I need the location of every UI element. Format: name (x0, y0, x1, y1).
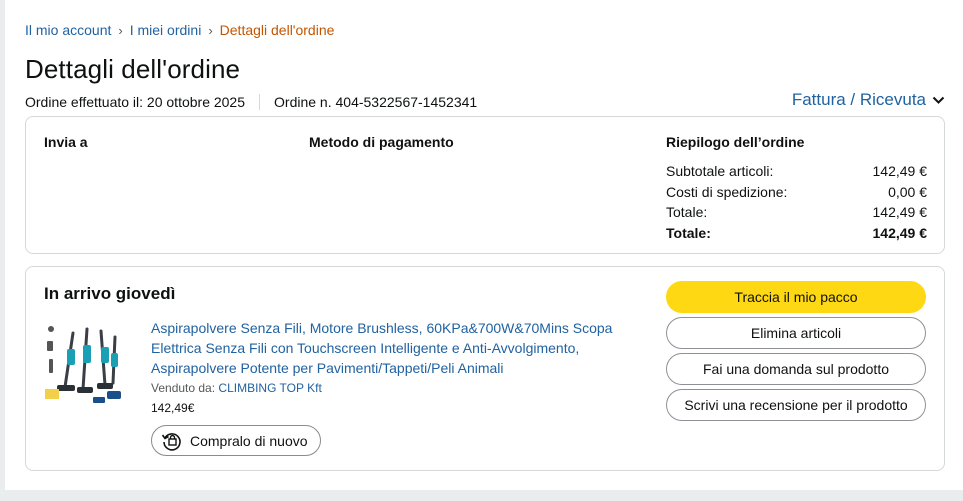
product-image[interactable] (43, 319, 131, 407)
summary-value: 142,49 € (872, 224, 928, 241)
summary-value: 142,49 € (872, 204, 928, 220)
buy-again-label: Compralo di nuovo (190, 432, 308, 449)
order-meta: Ordine effettuato il: 20 ottobre 2025 Or… (25, 94, 477, 110)
buy-again-button[interactable]: Compralo di nuovo (151, 425, 321, 456)
product-info: Aspirapolvere Senza Fili, Motore Brushle… (151, 318, 621, 457)
breadcrumb-my-orders[interactable]: I miei ordini (130, 22, 202, 38)
sold-by-label: Venduto da: (151, 381, 216, 395)
order-number: Ordine n. 404-5322567-1452341 (274, 94, 478, 110)
summary-row-shipping: Costi di spedizione: 0,00 € (666, 182, 927, 203)
ship-to-heading: Invia a (44, 134, 88, 150)
remove-items-button[interactable]: Elimina articoli (666, 317, 926, 349)
summary-label: Costi di spedizione: (666, 183, 788, 200)
order-details-page: Il mio account › I miei ordini › Dettagl… (5, 0, 963, 490)
payment-method-heading: Metodo di pagamento (309, 134, 454, 150)
write-review-button[interactable]: Scrivi una recensione per il prodotto (666, 389, 926, 421)
shipment-card: In arrivo giovedì Aspirapolvere Senza Fi… (25, 266, 945, 471)
summary-value: 0,00 € (888, 183, 927, 200)
order-summary-card: Invia a Metodo di pagamento Riepilogo de… (25, 116, 945, 254)
delivery-status: In arrivo giovedì (44, 284, 176, 303)
order-summary-heading: Riepilogo dell’ordine (666, 134, 805, 150)
summary-label: Subtotale articoli: (666, 163, 774, 179)
summary-value: 142,49 € (872, 163, 928, 179)
seller-link[interactable]: CLIMBING TOP Kft (218, 381, 321, 395)
buy-again-icon (161, 430, 183, 452)
summary-row-total: Totale: 142,49 € (666, 202, 927, 223)
track-package-button[interactable]: Traccia il mio pacco (666, 281, 926, 313)
seller-info: Venduto da: CLIMBING TOP Kft (151, 381, 621, 395)
invoice-dropdown[interactable]: Fattura / Ricevuta (792, 90, 945, 110)
breadcrumb-separator: › (208, 22, 213, 38)
summary-row-grand-total: Totale: 142,49 € (666, 223, 927, 244)
order-summary-rows: Subtotale articoli: 142,49 € Costi di sp… (666, 161, 927, 243)
summary-label: Totale: (666, 224, 711, 241)
summary-label: Totale: (666, 204, 708, 220)
ask-product-question-button[interactable]: Fai una domanda sul prodotto (666, 353, 926, 385)
page-title: Dettagli dell'ordine (25, 54, 241, 84)
product-title-link[interactable]: Aspirapolvere Senza Fili, Motore Brushle… (151, 318, 621, 378)
product-price: 142,49€ (151, 401, 195, 415)
meta-divider (259, 94, 261, 110)
breadcrumb-separator: › (118, 22, 123, 38)
invoice-label: Fattura / Ricevuta (791, 90, 926, 109)
breadcrumb-current: Dettagli dell'ordine (219, 22, 335, 38)
order-date: Ordine effettuato il: 20 ottobre 2025 (25, 94, 246, 110)
breadcrumb-my-account[interactable]: Il mio account (25, 22, 111, 38)
chevron-down-icon (932, 96, 945, 105)
breadcrumb: Il mio account › I miei ordini › Dettagl… (25, 22, 334, 38)
summary-row-subtotal: Subtotale articoli: 142,49 € (666, 161, 927, 182)
shipment-actions: Traccia il mio pacco Elimina articoli Fa… (666, 281, 926, 425)
